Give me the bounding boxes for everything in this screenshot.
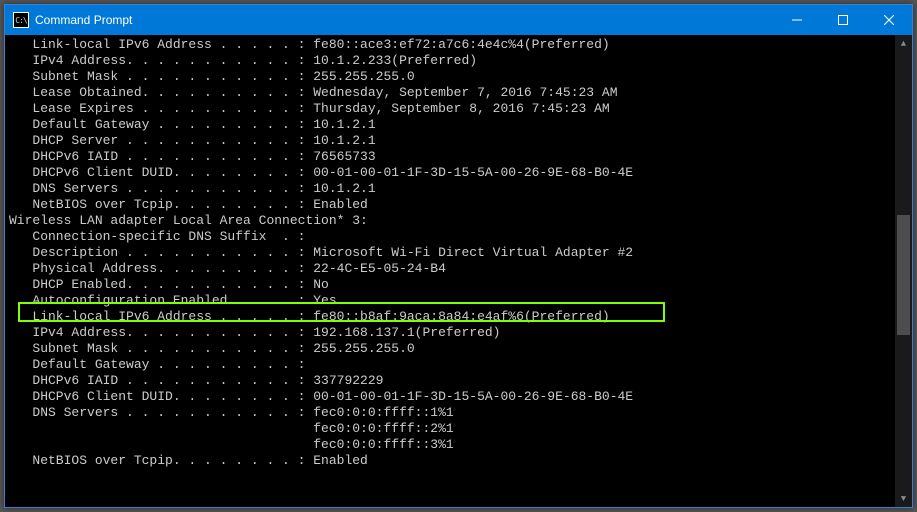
minimize-button[interactable] bbox=[774, 5, 820, 35]
close-icon bbox=[884, 15, 894, 25]
scroll-up-icon[interactable]: ▲ bbox=[895, 35, 912, 52]
terminal-line: DHCP Server . . . . . . . . . . . : 10.1… bbox=[9, 133, 891, 149]
maximize-button[interactable] bbox=[820, 5, 866, 35]
terminal-line: Lease Obtained. . . . . . . . . . : Wedn… bbox=[9, 85, 891, 101]
terminal-line: Autoconfiguration Enabled . . . . : Yes bbox=[9, 293, 891, 309]
scrollbar-thumb[interactable] bbox=[897, 215, 910, 335]
terminal-line: NetBIOS over Tcpip. . . . . . . . : Enab… bbox=[9, 453, 891, 469]
terminal-line: Description . . . . . . . . . . . : Micr… bbox=[9, 245, 891, 261]
terminal-line: DHCPv6 IAID . . . . . . . . . . . : 7656… bbox=[9, 149, 891, 165]
terminal-line: Link-local IPv6 Address . . . . . : fe80… bbox=[9, 37, 891, 53]
window-title: Command Prompt bbox=[35, 13, 774, 27]
terminal-line: DHCPv6 IAID . . . . . . . . . . . : 3377… bbox=[9, 373, 891, 389]
terminal-line: DNS Servers . . . . . . . . . . . : fec0… bbox=[9, 405, 891, 421]
terminal-line: Connection-specific DNS Suffix . : bbox=[9, 229, 891, 245]
terminal-line: DNS Servers . . . . . . . . . . . : 10.1… bbox=[9, 181, 891, 197]
command-prompt-window: C:\ Command Prompt Link-local IPv6 Addre… bbox=[4, 4, 913, 508]
terminal-line: Default Gateway . . . . . . . . . : bbox=[9, 357, 891, 373]
terminal-line: DHCPv6 Client DUID. . . . . . . . : 00-0… bbox=[9, 165, 891, 181]
physical-address-line: Physical Address. . . . . . . . . : 22-4… bbox=[9, 261, 891, 277]
maximize-icon bbox=[838, 15, 848, 25]
terminal-line: Subnet Mask . . . . . . . . . . . : 255.… bbox=[9, 69, 891, 85]
terminal-line: Subnet Mask . . . . . . . . . . . : 255.… bbox=[9, 341, 891, 357]
terminal-line: NetBIOS over Tcpip. . . . . . . . : Enab… bbox=[9, 197, 891, 213]
terminal-area: Link-local IPv6 Address . . . . . : fe80… bbox=[5, 35, 912, 507]
terminal-output[interactable]: Link-local IPv6 Address . . . . . : fe80… bbox=[5, 35, 895, 507]
adapter-header: Wireless LAN adapter Local Area Connecti… bbox=[9, 213, 891, 229]
terminal-line: fec0:0:0:ffff::2%1 bbox=[9, 421, 891, 437]
terminal-line: fec0:0:0:ffff::3%1 bbox=[9, 437, 891, 453]
terminal-line: Default Gateway . . . . . . . . . : 10.1… bbox=[9, 117, 891, 133]
window-controls bbox=[774, 5, 912, 35]
terminal-line: Lease Expires . . . . . . . . . . : Thur… bbox=[9, 101, 891, 117]
terminal-line: DHCP Enabled. . . . . . . . . . . : No bbox=[9, 277, 891, 293]
terminal-line: DHCPv6 Client DUID. . . . . . . . : 00-0… bbox=[9, 389, 891, 405]
close-button[interactable] bbox=[866, 5, 912, 35]
terminal-line: Link-local IPv6 Address . . . . . : fe80… bbox=[9, 309, 891, 325]
scrollbar[interactable]: ▲ ▼ bbox=[895, 35, 912, 507]
titlebar[interactable]: C:\ Command Prompt bbox=[5, 5, 912, 35]
command-prompt-icon: C:\ bbox=[13, 12, 29, 28]
minimize-icon bbox=[792, 15, 802, 25]
scroll-down-icon[interactable]: ▼ bbox=[895, 490, 912, 507]
terminal-line: IPv4 Address. . . . . . . . . . . : 10.1… bbox=[9, 53, 891, 69]
terminal-line: IPv4 Address. . . . . . . . . . . : 192.… bbox=[9, 325, 891, 341]
